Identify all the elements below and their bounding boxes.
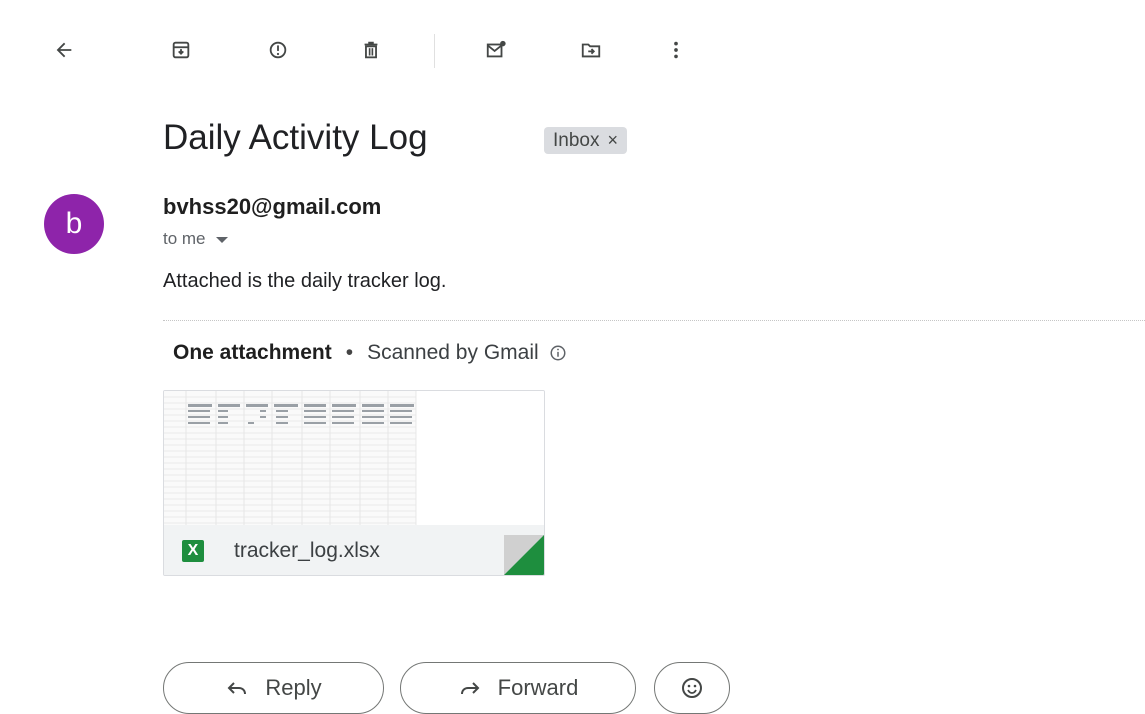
toolbar-divider bbox=[434, 34, 435, 68]
email-body: Attached is the daily tracker log. bbox=[163, 270, 447, 292]
header-separator-dot: • bbox=[345, 341, 354, 364]
attachment-footer[interactable]: X tracker_log.xlsx bbox=[164, 525, 544, 575]
mark-unread-icon[interactable] bbox=[480, 34, 512, 66]
smiley-icon bbox=[682, 678, 702, 698]
attachments-header: One attachment • Scanned by Gmail bbox=[173, 341, 567, 365]
forward-button[interactable]: Forward bbox=[400, 662, 636, 714]
info-icon[interactable] bbox=[549, 344, 567, 362]
delete-icon[interactable] bbox=[355, 34, 387, 66]
sender-email[interactable]: bvhss20@gmail.com bbox=[163, 194, 381, 220]
more-vert-icon[interactable] bbox=[660, 34, 692, 66]
file-corner-fold-icon bbox=[464, 535, 544, 575]
move-to-icon[interactable] bbox=[575, 34, 607, 66]
avatar[interactable]: b bbox=[44, 194, 104, 254]
caret-down-icon[interactable] bbox=[215, 237, 228, 243]
archive-icon[interactable] bbox=[165, 34, 197, 66]
remove-label-button[interactable]: × bbox=[607, 130, 618, 151]
attachment-file-name[interactable]: tracker_log.xlsx bbox=[234, 539, 380, 563]
attachment-count: One attachment bbox=[173, 341, 332, 364]
recipient-details[interactable]: to me bbox=[163, 229, 228, 249]
scanned-by-gmail: Scanned by Gmail bbox=[367, 341, 539, 364]
inbox-label-chip[interactable]: Inbox × bbox=[544, 127, 627, 154]
spreadsheet-thumbnail bbox=[164, 391, 544, 525]
email-subject: Daily Activity Log bbox=[163, 118, 428, 157]
attachment-card[interactable]: X tracker_log.xlsx bbox=[163, 390, 545, 576]
recipient-text: to me bbox=[163, 229, 206, 248]
reply-icon bbox=[227, 682, 247, 695]
attachments-separator bbox=[163, 320, 1145, 321]
reply-button[interactable]: Reply bbox=[163, 662, 384, 714]
inbox-label-text: Inbox bbox=[553, 129, 600, 151]
forward-icon bbox=[460, 682, 480, 695]
reply-label: Reply bbox=[265, 675, 322, 700]
back-arrow-icon[interactable] bbox=[48, 34, 80, 66]
forward-label: Forward bbox=[497, 675, 579, 700]
excel-file-icon: X bbox=[182, 540, 204, 562]
emoji-reaction-button[interactable] bbox=[654, 662, 730, 714]
report-spam-icon[interactable] bbox=[262, 34, 294, 66]
